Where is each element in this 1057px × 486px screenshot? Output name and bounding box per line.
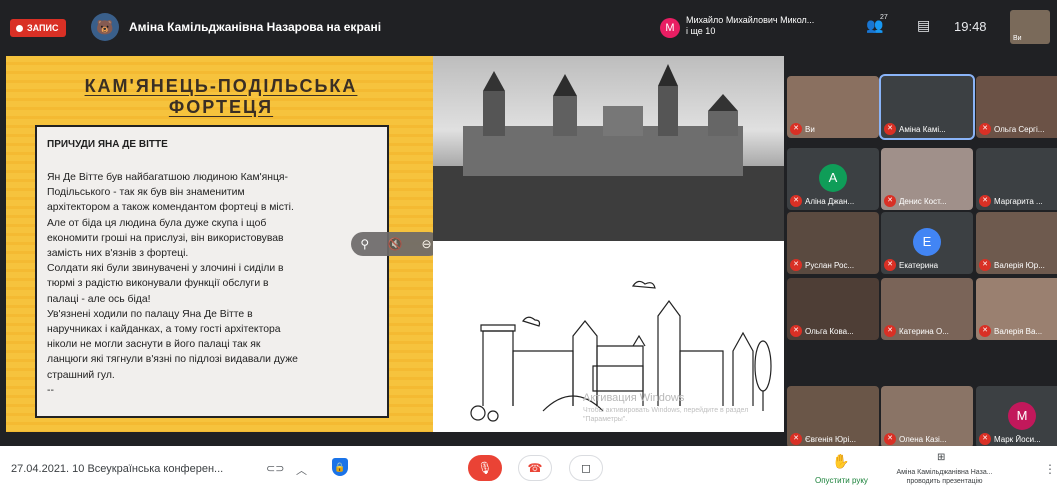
meet-window: ЗАПИС 🐻 Аміна Камільджанівна Назарова на… [0, 0, 1057, 486]
fortress-photo [433, 56, 784, 241]
presenter-line1: Аміна Камільджанівна Наза... [896, 469, 993, 476]
mic-muted-icon: ✕ [979, 195, 991, 207]
present-screen-icon[interactable]: ⊞ [937, 452, 945, 463]
fortress-photo-art [433, 64, 784, 241]
participant-name: Екатерина [899, 261, 939, 270]
raise-hand-icon[interactable]: ✋ [832, 453, 849, 470]
presentation-controls: ⚲ 🔇 ⊖ [351, 232, 441, 256]
participant-name: Валерія Ва... [994, 327, 1043, 336]
camera-icon: ◻ [581, 461, 591, 475]
mic-muted-icon: ✕ [884, 325, 896, 337]
pin-icon[interactable]: ⚲ [360, 237, 369, 251]
presenter-avatar: 🐻 [91, 13, 119, 41]
participant-avatar: E [913, 228, 941, 256]
participant-name: Денис Кост... [899, 197, 947, 206]
participant-name: Євгенія Юрі... [805, 435, 856, 444]
meeting-title[interactable]: 27.04.2021. 10 Всеукраїнська конферен... [11, 463, 223, 475]
camera-button[interactable]: ◻ [569, 455, 603, 481]
participant-avatar: A [819, 164, 847, 192]
participant-name: Ви [805, 125, 815, 134]
participant-name: Марк Йоси... [994, 435, 1041, 444]
participant-tile[interactable]: ✕ Євгенія Юрі... [787, 386, 879, 448]
participant-avatar: M [1008, 402, 1036, 430]
speaker-name[interactable]: Михайло Михайлович Микол... і ще 10 [686, 15, 836, 37]
participant-tile[interactable]: ✕ Ви [787, 76, 879, 138]
mic-muted-icon: ✕ [884, 433, 896, 445]
chevron-up-icon[interactable]: ︿ [296, 462, 307, 478]
participant-tile[interactable]: E ✕ Екатерина [881, 212, 973, 274]
slide-title: КАМ'ЯНЕЦЬ-ПОДІЛЬСЬКА ФОРТЕЦЯ [26, 76, 416, 118]
mic-muted-icon: ✕ [979, 123, 991, 135]
participant-name: Аміна Камі... [899, 125, 946, 134]
speaker-more-text: і ще 10 [686, 26, 716, 36]
participant-tile[interactable]: ✕ Катерина О... [881, 278, 973, 340]
mic-muted-icon: ✕ [790, 259, 802, 271]
mic-muted-icon: ✕ [979, 433, 991, 445]
lower-hand-label[interactable]: Опустити руку [815, 476, 868, 485]
mic-muted-icon: ✕ [790, 325, 802, 337]
speaker-avatar: М [660, 18, 680, 38]
mic-muted-icon: ✕ [884, 195, 896, 207]
more-options-icon[interactable]: ⋮ [1044, 462, 1056, 476]
participant-name: Руслан Рос... [805, 261, 855, 270]
recording-badge: ЗАПИС [10, 19, 67, 37]
slide-title-line2: ФОРТЕЦЯ [168, 97, 274, 117]
presenting-text: Аміна Камільджанівна Назарова на екрані [129, 20, 382, 34]
participant-tile[interactable]: ✕ Олена Казі... [881, 386, 973, 448]
remove-icon[interactable]: ⊖ [422, 237, 432, 251]
participant-count: 27 [880, 14, 888, 21]
self-view-thumbnail[interactable]: Ви [1010, 10, 1050, 44]
captions-icon[interactable]: ⊂⊃ [266, 462, 284, 475]
speaker-name-text: Михайло Михайлович Микол... [686, 15, 815, 25]
windows-watermark-sub: Чтобы активировать Windows, перейдите в … [583, 407, 749, 423]
slide-title-line1: КАМ'ЯНЕЦЬ-ПОДІЛЬСЬКА [84, 76, 358, 96]
participant-tile[interactable]: ✕ Валерія Ва... [976, 278, 1057, 340]
presenter-status[interactable]: Аміна Камільджанівна Наза... проводить пр… [877, 468, 1012, 486]
participant-name: Маргарита ... [994, 197, 1043, 206]
mic-muted-icon: ✕ [979, 259, 991, 271]
leave-call-button[interactable]: ☎ [518, 455, 552, 481]
mic-muted-icon: ✕ [884, 259, 896, 271]
participant-name: Аліна Джан... [805, 197, 855, 206]
mic-muted-icon: ✕ [979, 325, 991, 337]
presenter-line2: проводить презентацію [906, 478, 983, 485]
slide-text-box: ПРИЧУДИ ЯНА ДЕ ВІТТЕ Ян Де Вітте був най… [35, 125, 389, 418]
clock: 19:48 [954, 19, 987, 34]
top-bar: ЗАПИС 🐻 Аміна Камільджанівна Назарова на… [0, 0, 1057, 52]
participant-tile[interactable]: ✕ Ольга Сергі... [976, 76, 1057, 138]
mute-icon[interactable]: 🔇 [388, 237, 403, 251]
recording-label: ЗАПИС [27, 23, 59, 33]
mic-muted-icon: ✕ [790, 123, 802, 135]
participant-name: Валерія Юр... [994, 261, 1045, 270]
participant-name: Олена Казі... [899, 435, 947, 444]
security-shield-icon[interactable]: 🔒 [332, 458, 348, 476]
participant-tile[interactable]: ✕ Ольга Кова... [787, 278, 879, 340]
participant-tile[interactable]: A ✕ Аліна Джан... [787, 148, 879, 210]
box-body: Ян Де Вітте був найбагатшою людиною Кам'… [47, 172, 298, 396]
participant-name: Ольга Сергі... [994, 125, 1045, 134]
participant-tile[interactable]: ✕ Валерія Юр... [976, 212, 1057, 274]
participant-tile[interactable]: M ✕ Марк Йоси... [976, 386, 1057, 448]
participant-tile[interactable]: ✕ Маргарита ... [976, 148, 1057, 210]
windows-watermark-title: Активация Windows [583, 392, 685, 404]
participant-tile[interactable]: ✕ Денис Кост... [881, 148, 973, 210]
mic-off-button[interactable]: 🎙 [468, 455, 502, 481]
record-dot-icon [16, 24, 23, 32]
participant-tile[interactable]: ✕ Руслан Рос... [787, 212, 879, 274]
mic-muted-icon: ✕ [790, 433, 802, 445]
mic-off-icon: 🎙 [477, 461, 493, 475]
box-heading: ПРИЧУДИ ЯНА ДЕ ВІТТЕ [47, 139, 168, 150]
presentation-slide: КАМ'ЯНЕЦЬ-ПОДІЛЬСЬКА ФОРТЕЦЯ ПРИЧУДИ ЯНА … [6, 56, 784, 432]
mic-muted-icon: ✕ [790, 195, 802, 207]
participant-name: Катерина О... [899, 327, 949, 336]
participant-tile[interactable]: ✕ Аміна Камі... [879, 74, 975, 140]
participant-name: Ольга Кова... [805, 327, 854, 336]
self-label: Ви [1013, 35, 1022, 42]
mic-muted-icon: ✕ [884, 123, 896, 135]
hangup-icon: ☎ [527, 461, 543, 475]
chat-icon[interactable]: ▤ [917, 17, 930, 34]
